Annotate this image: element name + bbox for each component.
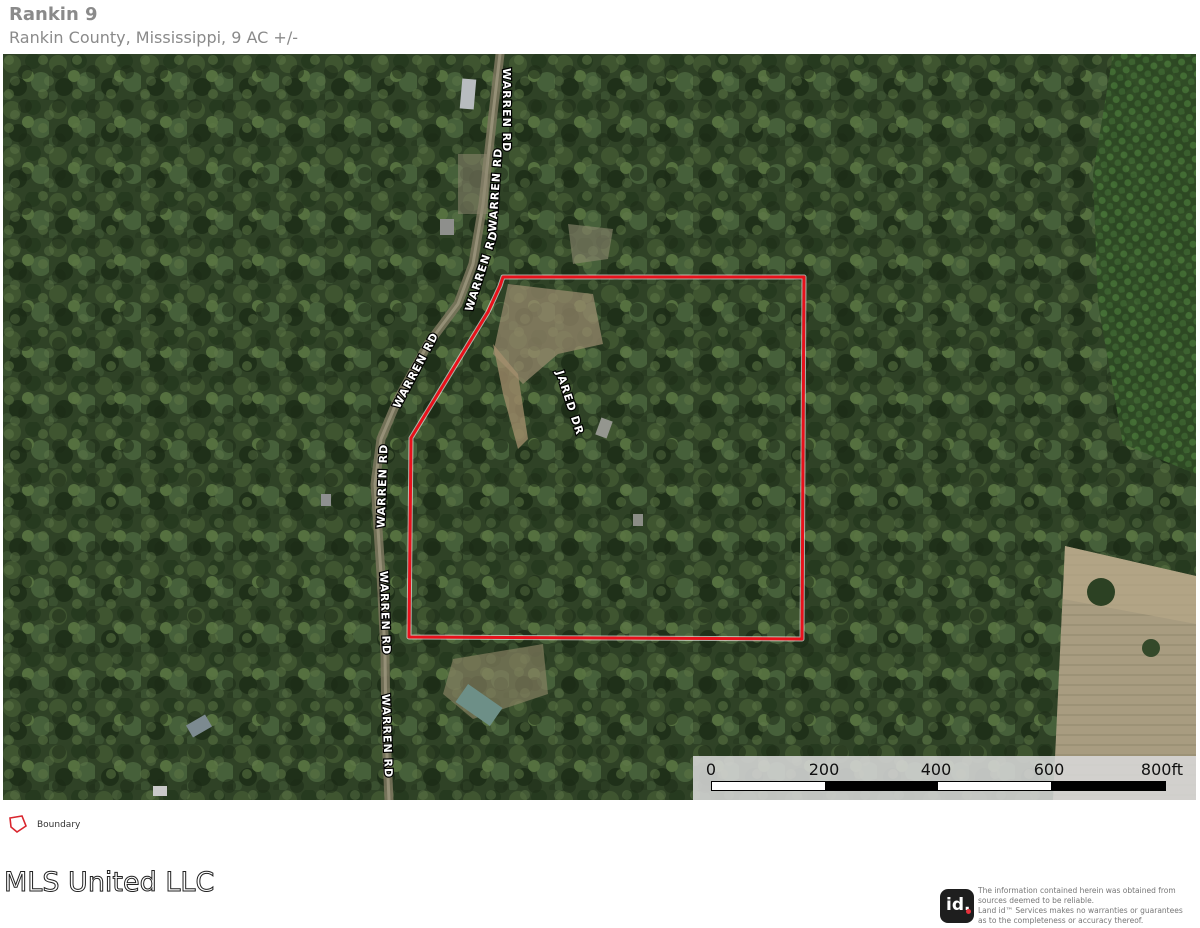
aerial-imagery: WARREN RD WARREN RD WARREN RD WARREN RD …	[3, 54, 1196, 800]
disclaimer-line-2: sources deemed to be reliable.	[978, 896, 1095, 905]
scale-segment-dark-2	[1051, 782, 1165, 790]
scale-label-600: 600	[1033, 760, 1065, 779]
watermark-text: MLS United LLC	[3, 867, 215, 899]
road-label-warren-rd-top: WARREN RD	[500, 68, 513, 152]
scale-bar: 0 200 400 600 800ft	[693, 756, 1196, 800]
logo-dot	[966, 909, 971, 914]
map-title: Rankin 9	[9, 4, 98, 25]
scale-label-800ft: 800ft	[1140, 760, 1184, 779]
scale-bar-track	[711, 781, 1166, 791]
legend-label-boundary: Boundary	[37, 820, 81, 830]
disclaimer-line-4: as to the completeness or accuracy there…	[978, 916, 1144, 925]
scale-segment-dark-1	[825, 782, 938, 790]
scale-label-200: 200	[808, 760, 840, 779]
disclaimer-line-1: The information contained herein was obt…	[978, 886, 1176, 895]
scale-label-0: 0	[705, 760, 717, 779]
aerial-map[interactable]: WARREN RD WARREN RD WARREN RD WARREN RD …	[3, 54, 1196, 800]
disclaimer-line-3: Land id™ Services makes no warranties or…	[978, 906, 1183, 915]
map-subtitle: Rankin County, Mississippi, 9 AC +/-	[9, 28, 298, 47]
land-id-logo-icon: id.	[940, 889, 974, 923]
disclaimer: The information contained herein was obt…	[978, 886, 1193, 926]
scale-label-400: 400	[920, 760, 952, 779]
boundary-polygon-icon	[9, 815, 27, 833]
